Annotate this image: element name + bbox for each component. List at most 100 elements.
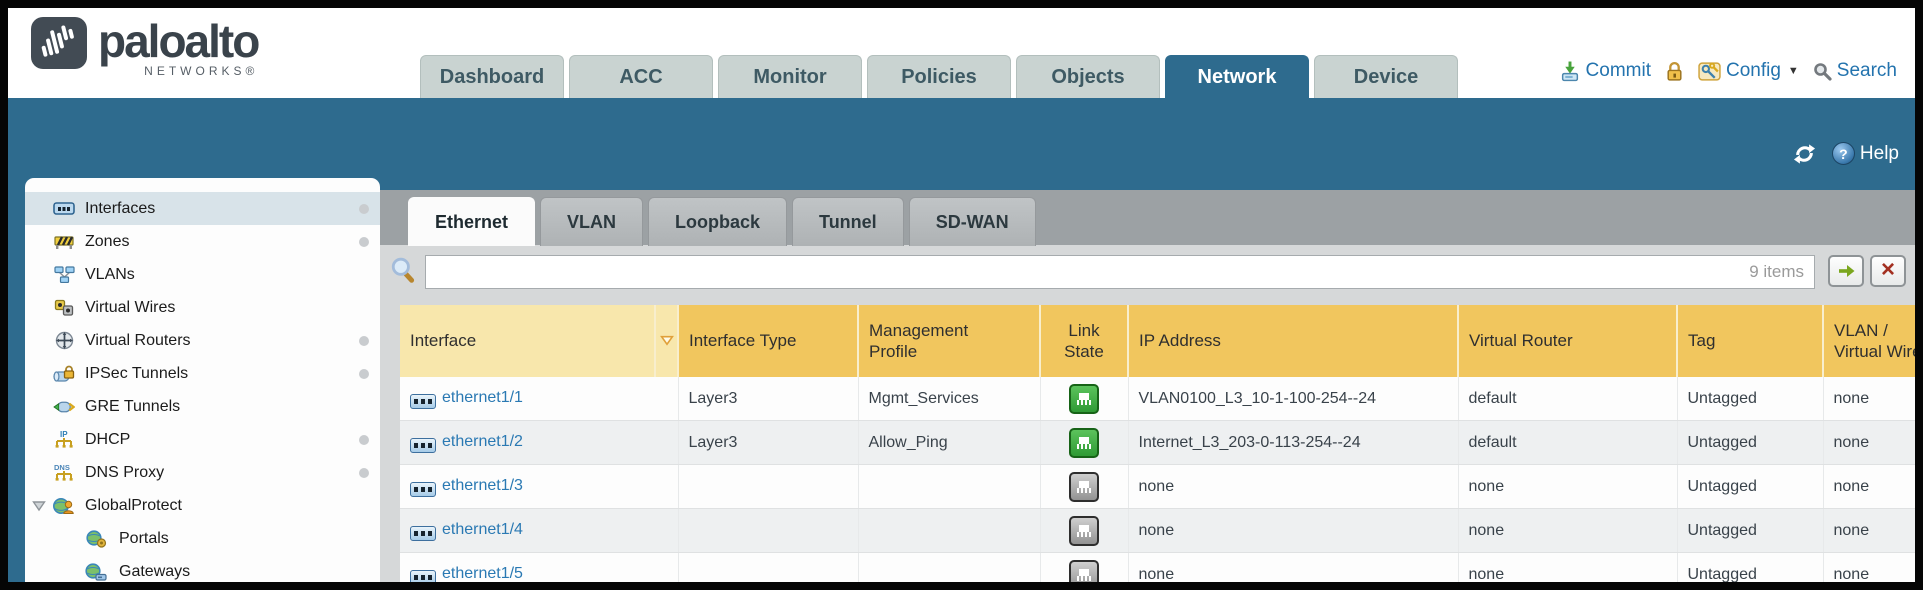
- help-icon: ?: [1832, 142, 1855, 165]
- cell-interface-type: [678, 553, 858, 583]
- sidebar-item-zones[interactable]: Zones: [25, 225, 380, 258]
- gre-tunnels-icon: [53, 399, 75, 415]
- sidebar-item-virtual-routers[interactable]: Virtual Routers: [25, 324, 380, 357]
- cell-management-profile: [858, 509, 1040, 553]
- tab-loopback[interactable]: Loopback: [648, 197, 787, 246]
- lock-button[interactable]: [1665, 61, 1684, 82]
- tab-ethernet[interactable]: Ethernet: [408, 197, 535, 246]
- main-tab-monitor[interactable]: Monitor: [718, 55, 862, 98]
- interface-link[interactable]: ethernet1/2: [442, 433, 523, 450]
- sidebar-item-ipsec-tunnels[interactable]: IPSec Tunnels: [25, 357, 380, 390]
- col-link-state[interactable]: Link State: [1040, 305, 1128, 377]
- band-actions: ? Help: [1793, 142, 1899, 165]
- filter-input[interactable]: [426, 256, 1749, 288]
- dhcp-icon: IP: [53, 430, 75, 449]
- cell-link-state: [1040, 553, 1128, 583]
- link-state-up-icon: [1069, 384, 1099, 414]
- main-tab-device[interactable]: Device: [1314, 55, 1458, 98]
- cell-virtual-router: none: [1458, 553, 1677, 583]
- cell-interface-type: [678, 509, 858, 553]
- sidebar-item-label: Virtual Wires: [85, 299, 175, 317]
- main-tab-acc[interactable]: ACC: [569, 55, 713, 98]
- link-state-up-icon: [1069, 428, 1099, 458]
- sidebar-item-vlans[interactable]: VLANs: [25, 258, 380, 291]
- commit-button[interactable]: Commit: [1559, 60, 1651, 82]
- interface-link[interactable]: ethernet1/1: [442, 389, 523, 406]
- table-row: ethernet1/3 none none Untagged none: [400, 465, 1915, 509]
- red-x-icon: ×: [1881, 260, 1895, 280]
- tab-tunnel[interactable]: Tunnel: [792, 197, 904, 246]
- interface-link[interactable]: ethernet1/3: [442, 477, 523, 494]
- cell-ip-address: Internet_L3_203-0-113-254--24: [1128, 421, 1458, 465]
- tab-vlan[interactable]: VLAN: [540, 197, 643, 246]
- paloalto-logo-icon: [30, 16, 88, 70]
- apply-filter-button[interactable]: [1828, 255, 1864, 287]
- refresh-button[interactable]: [1793, 143, 1816, 165]
- green-arrow-icon: [1837, 264, 1856, 278]
- sidebar-item-label: Portals: [119, 530, 169, 548]
- main-tab-objects[interactable]: Objects: [1016, 55, 1160, 98]
- sidebar-item-label: Interfaces: [85, 200, 155, 218]
- help-button[interactable]: ? Help: [1832, 142, 1899, 165]
- cell-tag: Untagged: [1677, 553, 1823, 583]
- sidebar-item-label: Gateways: [119, 563, 190, 581]
- cell-vlan: none: [1823, 509, 1915, 553]
- sidebar-item-gre-tunnels[interactable]: GRE Tunnels: [25, 390, 380, 423]
- svg-text:DNS: DNS: [54, 463, 70, 472]
- content-panel: EthernetVLANLoopbackTunnelSD-WAN 9 items: [380, 190, 1915, 582]
- cell-ip-address: none: [1128, 509, 1458, 553]
- main-tab-policies[interactable]: Policies: [867, 55, 1011, 98]
- filter-input-box: 9 items: [425, 255, 1815, 289]
- cell-virtual-router: default: [1458, 421, 1677, 465]
- search-button[interactable]: Search: [1813, 60, 1897, 82]
- expander-down-icon[interactable]: [32, 500, 46, 512]
- clear-filter-button[interactable]: ×: [1870, 255, 1906, 287]
- sidebar-item-label: Zones: [85, 233, 129, 251]
- tab-sd-wan[interactable]: SD-WAN: [909, 197, 1036, 246]
- sidebar-item-globalprotect[interactable]: GlobalProtect: [25, 489, 380, 522]
- status-dot: [359, 204, 369, 214]
- cell-vlan: none: [1823, 421, 1915, 465]
- link-state-down-icon: [1069, 560, 1099, 583]
- cell-management-profile: [858, 553, 1040, 583]
- col-tag[interactable]: Tag: [1677, 305, 1823, 377]
- sidebar-item-interfaces[interactable]: Interfaces: [25, 192, 380, 225]
- sidebar-item-label: IPSec Tunnels: [85, 365, 188, 383]
- cell-ip-address: none: [1128, 553, 1458, 583]
- col-vlan-virtual-wire[interactable]: VLAN / Virtual Wire: [1823, 305, 1915, 377]
- filter-magnifier-icon: [391, 257, 415, 288]
- sidebar-item-gateways[interactable]: Gateways: [25, 555, 380, 582]
- col-ip-address[interactable]: IP Address: [1128, 305, 1458, 377]
- main-nav: DashboardACCMonitorPoliciesObjectsNetwor…: [420, 55, 1458, 98]
- config-menu-button[interactable]: Config ▼: [1698, 60, 1799, 82]
- sidebar-item-label: DNS Proxy: [85, 464, 164, 482]
- cell-vlan: none: [1823, 377, 1915, 421]
- virtual-wires-icon: [53, 299, 75, 316]
- status-dot: [359, 336, 369, 346]
- main-tab-network[interactable]: Network: [1165, 55, 1309, 98]
- ethernet-interface-icon: [410, 482, 436, 497]
- config-icon: [1698, 61, 1721, 82]
- sidebar-item-dns-proxy[interactable]: DNS DNS Proxy: [25, 456, 380, 489]
- sort-dropdown[interactable]: [655, 305, 678, 377]
- interfaces-icon: [53, 201, 75, 216]
- cell-virtual-router: none: [1458, 465, 1677, 509]
- ethernet-interface-icon: [410, 526, 436, 541]
- sidebar-item-portals[interactable]: Portals: [25, 522, 380, 555]
- col-management-profile[interactable]: Management Profile: [858, 305, 1040, 377]
- ethernet-interface-icon: [410, 394, 436, 409]
- main-tab-dashboard[interactable]: Dashboard: [420, 55, 564, 98]
- cell-interface: ethernet1/2: [400, 421, 678, 465]
- cell-virtual-router: none: [1458, 509, 1677, 553]
- interface-link[interactable]: ethernet1/5: [442, 565, 523, 582]
- interface-link[interactable]: ethernet1/4: [442, 521, 523, 538]
- sidebar-item-dhcp[interactable]: IPDHCP: [25, 423, 380, 456]
- sidebar-item-virtual-wires[interactable]: Virtual Wires: [25, 291, 380, 324]
- vlans-icon: [53, 266, 75, 283]
- cell-virtual-router: default: [1458, 377, 1677, 421]
- ethernet-interface-icon: [410, 438, 436, 453]
- col-interface[interactable]: Interface: [400, 305, 655, 377]
- col-interface-type[interactable]: Interface Type: [678, 305, 858, 377]
- col-virtual-router[interactable]: Virtual Router: [1458, 305, 1677, 377]
- globalprotect-icon: [53, 497, 75, 515]
